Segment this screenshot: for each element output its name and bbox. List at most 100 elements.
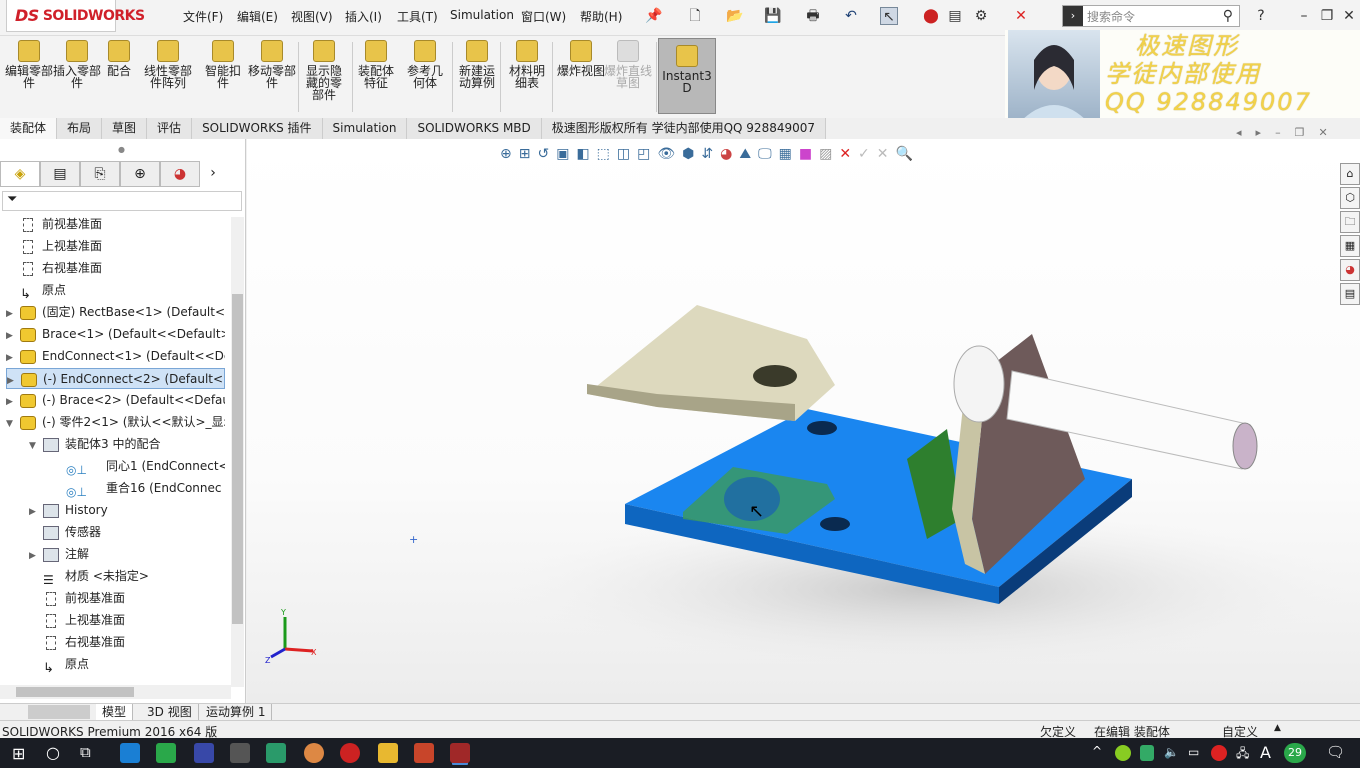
tree-item[interactable]: 右视基准面 [6, 258, 225, 279]
menu-window[interactable]: 窗口(W) [521, 8, 566, 25]
tree-item[interactable]: ▶ (-) Brace<2> (Default<<Default [6, 390, 225, 411]
rebuild-icon[interactable]: ⬤ [922, 7, 940, 25]
custom-properties-icon[interactable]: ▤ [1340, 283, 1360, 305]
configuration-manager-tab-icon[interactable]: ⎘ [80, 161, 120, 187]
menu-file[interactable]: 文件(F) [183, 8, 223, 25]
ribbon-button-0[interactable]: 编辑零部件 [4, 40, 54, 89]
tree-item[interactable]: ▼ 装配体3 中的配合 [29, 434, 225, 455]
tree-horizontal-scrollbar[interactable] [0, 685, 231, 699]
panel-grip-icon[interactable]: ● [118, 145, 125, 154]
tree-item[interactable]: ▶ EndConnect<1> (Default<<Def [6, 346, 225, 367]
volume-icon[interactable]: 🔈 [1164, 745, 1179, 759]
cancel-icon[interactable]: ✕ [839, 146, 851, 162]
confirm-icon[interactable]: ✓ [858, 146, 870, 162]
recorder-icon[interactable] [340, 743, 360, 763]
ribbon-button-6[interactable]: 显示隐藏的零部件 [302, 40, 346, 101]
tray-record-icon[interactable] [1211, 745, 1227, 761]
expand-arrow-icon[interactable]: ▼ [29, 436, 43, 455]
undo-icon[interactable]: ↶ [842, 7, 860, 25]
ribbon-button-7[interactable]: 装配体特征 [354, 40, 398, 89]
menu-view[interactable]: 视图(V) [291, 8, 333, 25]
minimize-icon[interactable]: – [1295, 7, 1313, 25]
tree-item[interactable]: ▶ (-) EndConnect<2> (Default<<D [6, 368, 225, 389]
expand-arrow-icon[interactable]: ▶ [7, 371, 21, 388]
home-icon[interactable]: ⌂ [1340, 163, 1360, 185]
tree-item[interactable]: ↳ 原点 [6, 280, 225, 301]
hscroll-thumb[interactable] [16, 687, 134, 697]
command-tab-4[interactable]: SOLIDWORKS 插件 [192, 118, 323, 139]
view-palette-icon[interactable]: ▦ [1340, 235, 1360, 257]
tree-item[interactable]: ↳ 原点 [29, 654, 225, 675]
ribbon-button-4[interactable]: 智能扣件 [200, 40, 246, 89]
viewport-prev-icon[interactable]: ◂ [1236, 126, 1242, 139]
view-settings-icon[interactable]: ⇵ [701, 146, 713, 162]
scrollbar-thumb[interactable] [232, 294, 243, 624]
viewport-close-icon[interactable]: ✕ [1318, 126, 1327, 139]
ribbon-button-2[interactable]: 配合 [104, 40, 134, 77]
save-icon[interactable]: 💾 [764, 7, 782, 25]
viewport-next-icon[interactable]: ▸ [1256, 126, 1262, 139]
ribbon-button-11[interactable]: 爆炸视图 [556, 40, 606, 77]
tab-model[interactable]: 模型 [96, 704, 134, 720]
tree-item[interactable]: ▶ 注解 [29, 544, 225, 565]
tree-item[interactable]: 右视基准面 [29, 632, 225, 653]
tray-badge[interactable]: 29 [1284, 743, 1306, 763]
display-style-icon[interactable]: ◫ [617, 146, 630, 162]
menu-tools[interactable]: 工具(T) [397, 8, 438, 25]
expand-chevron-icon[interactable]: › [200, 161, 226, 187]
ribbon-button-9[interactable]: 新建运动算例 [454, 40, 500, 89]
task-view-icon[interactable]: ⧉ [80, 743, 91, 761]
open-icon[interactable]: 📂 [726, 7, 744, 25]
hide-show-icon[interactable]: ◰ [637, 146, 650, 162]
appearances-icon[interactable]: ◕ [1340, 259, 1360, 281]
pin-icon[interactable]: 📌 [645, 7, 663, 25]
view-orientation-icon[interactable]: ⬚ [597, 146, 610, 162]
search-commands-input[interactable]: › 搜索命令 ⚲ [1062, 5, 1240, 27]
appearance-icon[interactable]: ◕ [720, 146, 732, 162]
viewport-minimize-icon[interactable]: – [1275, 126, 1281, 139]
menu-help[interactable]: 帮助(H) [580, 8, 622, 25]
expand-arrow-icon[interactable]: ▶ [6, 326, 20, 345]
texture-icon[interactable]: ▨ [819, 146, 832, 162]
tree-item[interactable]: ▼ (-) 零件2<1> (默认<<默认>_显示 [6, 412, 225, 433]
tree-item[interactable]: ◎⊥ 重合16 (EndConnec [52, 478, 225, 499]
tray-chevron-icon[interactable]: ^ [1092, 744, 1102, 758]
section-view-icon[interactable]: ▣ [556, 146, 569, 162]
command-tab-1[interactable]: 布局 [57, 118, 103, 139]
ribbon-button-13[interactable]: Instant3D [658, 38, 716, 114]
previous-view-icon[interactable]: ↺ [537, 146, 549, 162]
command-tab-0[interactable]: 装配体 [0, 118, 58, 139]
ime-indicator[interactable]: A [1260, 743, 1271, 762]
ribbon-button-3[interactable]: 线性零部件阵列 [140, 40, 196, 89]
tree-item[interactable]: ◎⊥ 同心1 (EndConnect< [52, 456, 225, 477]
cortana-icon[interactable]: ○ [46, 743, 60, 762]
close-window-icon[interactable]: ✕ [1340, 7, 1358, 25]
tree-item[interactable]: 上视基准面 [29, 610, 225, 631]
tab-scroll-arrows[interactable] [28, 705, 90, 719]
battery-icon[interactable]: ▭ [1188, 745, 1199, 759]
zoom-to-fit-icon[interactable]: ⊕ [500, 146, 512, 162]
design-library-icon[interactable]: ⬡ [1340, 187, 1360, 209]
ribbon-button-12[interactable]: 爆炸直线草图 [604, 40, 652, 89]
viewport-restore-icon[interactable]: ❐ [1295, 126, 1305, 139]
solidworks-logo[interactable]: DS SOLIDWORKS [6, 0, 145, 32]
wechat-icon[interactable] [156, 743, 176, 763]
scene-icon[interactable]: ⛰ [739, 146, 751, 162]
color-icon[interactable]: ■ [799, 146, 812, 162]
command-tab-5[interactable]: Simulation [322, 118, 408, 139]
help-icon[interactable]: ? [1252, 7, 1270, 25]
tree-item[interactable]: 上视基准面 [6, 236, 225, 257]
command-tab-7[interactable]: 极速图形版权所有 学徒内部使用QQ 928849007 [541, 118, 827, 139]
tree-item[interactable]: ▶ Brace<1> (Default<<Default>_I [6, 324, 225, 345]
print-icon[interactable]: 🖶 [804, 7, 822, 25]
tree-item[interactable]: ☰ 材质 <未指定> [29, 566, 225, 587]
restore-icon[interactable]: ❐ [1318, 7, 1336, 25]
powerpoint-icon[interactable] [414, 743, 434, 763]
action-center-icon[interactable]: 🗨 [1326, 743, 1345, 761]
close-x-icon[interactable]: ✕ [1012, 7, 1030, 25]
render-icon[interactable]: ▦ [779, 146, 792, 162]
expand-arrow-icon[interactable]: ▶ [29, 546, 43, 565]
expand-arrow-icon[interactable]: ▶ [6, 304, 20, 323]
file-explorer-icon[interactable]: 🗀 [1340, 211, 1360, 233]
menu-insert[interactable]: 插入(I) [345, 8, 382, 25]
